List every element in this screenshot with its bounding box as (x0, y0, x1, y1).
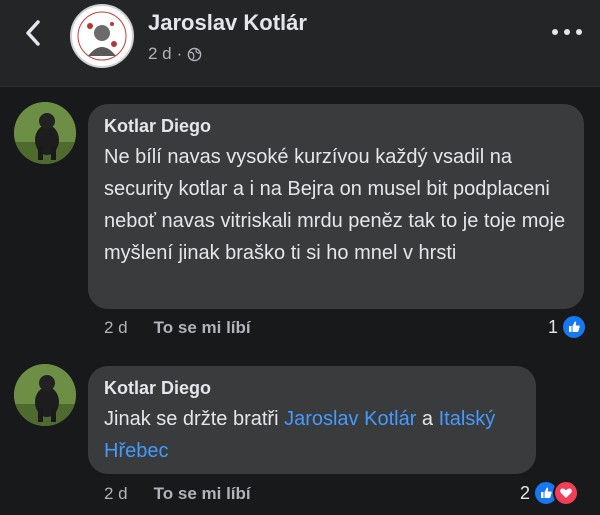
reaction-count: 2 (520, 482, 531, 503)
comment-author[interactable]: Kotlar Diego (104, 116, 568, 137)
post-time[interactable]: 2 d (148, 44, 172, 64)
meta-separator: · (176, 44, 183, 63)
mention-link[interactable]: Jaroslav Kotlár (284, 408, 416, 430)
more-dot (564, 29, 570, 35)
comment-time[interactable]: 2 d (104, 318, 128, 338)
comment-actions: 2 d To se mi líbí (104, 318, 251, 338)
globe-icon (188, 47, 202, 61)
avatar-dog-photo (14, 102, 76, 164)
post-meta: 2 d · (148, 44, 202, 64)
comment-time[interactable]: 2 d (104, 484, 128, 504)
heart-icon (553, 480, 580, 506)
comment-text-mid: a (416, 408, 439, 430)
comment-author[interactable]: Kotlar Diego (104, 378, 520, 399)
page-title[interactable]: Jaroslav Kotlár (148, 10, 307, 36)
thumbs-up-icon (561, 314, 588, 340)
commenter-avatar[interactable] (14, 364, 76, 426)
reaction-summary[interactable]: 1 (548, 314, 588, 340)
comment-text-prefix: Jinak se držte bratři (104, 408, 285, 430)
back-button[interactable] (18, 18, 48, 48)
comment-text: Jinak se držte bratři Jaroslav Kotlár a … (104, 403, 520, 467)
comment-text: Ne bílí navas vysoké kurzívou každý vsad… (104, 146, 566, 264)
page-avatar[interactable] (70, 4, 134, 68)
comment-bubble: Kotlar Diego Jinak se držte bratři Jaros… (88, 366, 536, 474)
header-divider (0, 86, 600, 87)
page-logo-icon (74, 8, 130, 64)
post-header: Jaroslav Kotlár 2 d · (0, 0, 600, 86)
more-horizontal-icon (552, 29, 558, 35)
reaction-summary[interactable]: 2 (520, 480, 580, 506)
commenter-avatar[interactable] (14, 102, 76, 164)
reaction-count: 1 (548, 316, 559, 337)
comment-actions: 2 d To se mi líbí (104, 484, 251, 504)
more-dot (576, 29, 582, 35)
more-options-button[interactable] (552, 22, 582, 42)
avatar-dog-photo (14, 364, 76, 426)
chevron-left-icon (26, 20, 40, 46)
like-button[interactable]: To se mi líbí (154, 484, 251, 504)
like-button[interactable]: To se mi líbí (154, 318, 251, 338)
comment-bubble: Kotlar Diego Ne bílí navas vysoké kurzív… (88, 104, 584, 309)
